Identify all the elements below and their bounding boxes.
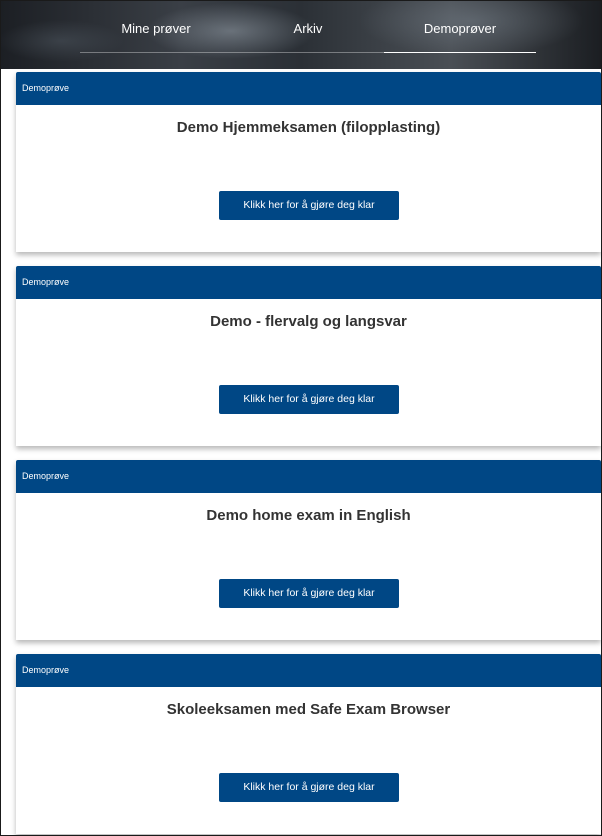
card-title: Demo home exam in English bbox=[206, 507, 411, 524]
get-ready-button[interactable]: Klikk her for å gjøre deg klar bbox=[219, 191, 399, 220]
exam-card: Demoprøve Demo Hjemmeksamen (filopplasti… bbox=[16, 72, 601, 252]
get-ready-button[interactable]: Klikk her for å gjøre deg klar bbox=[219, 579, 399, 608]
tab-arkiv[interactable]: Arkiv bbox=[232, 21, 384, 53]
tab-underline-active bbox=[384, 52, 536, 53]
exam-card: Demoprøve Demo - flervalg og langsvar Kl… bbox=[16, 266, 601, 446]
tab-mine-prover[interactable]: Mine prøver bbox=[80, 21, 232, 53]
card-title: Demo - flervalg og langsvar bbox=[210, 313, 407, 330]
tab-label: Mine prøver bbox=[121, 21, 191, 36]
card-title: Demo Hjemmeksamen (filopplasting) bbox=[176, 119, 441, 136]
tab-label: Arkiv bbox=[293, 21, 323, 36]
card-badge: Demoprøve bbox=[16, 72, 601, 105]
tab-underline bbox=[232, 52, 384, 53]
top-navigation: Mine prøver Arkiv Demoprøver bbox=[1, 1, 601, 69]
get-ready-button[interactable]: Klikk her for å gjøre deg klar bbox=[219, 385, 399, 414]
get-ready-button[interactable]: Klikk her for å gjøre deg klar bbox=[219, 773, 399, 802]
tab-underline bbox=[80, 52, 232, 53]
card-badge: Demoprøve bbox=[16, 654, 601, 687]
card-badge: Demoprøve bbox=[16, 266, 601, 299]
tab-label: Demoprøver bbox=[423, 21, 497, 36]
tab-demoprover[interactable]: Demoprøver bbox=[384, 21, 536, 53]
page-frame: Mine prøver Arkiv Demoprøver Demoprøve D… bbox=[0, 0, 602, 836]
exam-card: Demoprøve Skoleeksamen med Safe Exam Bro… bbox=[16, 654, 601, 834]
exam-card: Demoprøve Demo home exam in English Klik… bbox=[16, 460, 601, 640]
card-badge: Demoprøve bbox=[16, 460, 601, 493]
card-title: Skoleeksamen med Safe Exam Browser bbox=[166, 701, 451, 718]
